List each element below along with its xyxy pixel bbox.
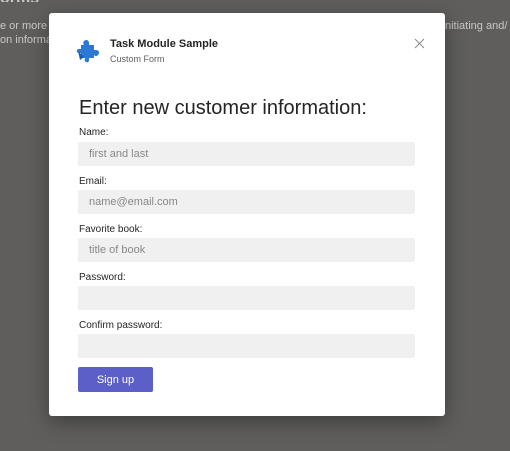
password-input[interactable]: [78, 286, 415, 310]
name-label: Name:: [79, 127, 109, 138]
email-label: Email:: [79, 176, 107, 187]
background-heading: orms: [0, 0, 40, 2]
favorite-book-input[interactable]: [78, 238, 415, 262]
background-text-line: e or more c: [0, 20, 56, 32]
sign-up-button[interactable]: Sign up: [78, 367, 153, 392]
puzzle-piece-icon: [75, 38, 101, 64]
app-title: Task Module Sample: [110, 38, 218, 50]
confirm-password-label: Confirm password:: [79, 320, 163, 331]
task-module-dialog: Task Module Sample Custom Form Enter new…: [49, 13, 445, 416]
form-heading: Enter new customer information:: [79, 97, 367, 119]
email-input[interactable]: [78, 190, 415, 214]
background-text-line: nitiating and/: [445, 20, 508, 32]
name-input[interactable]: [78, 142, 415, 166]
favorite-book-label: Favorite book:: [79, 224, 143, 235]
confirm-password-input[interactable]: [78, 334, 415, 358]
password-label: Password:: [79, 272, 126, 283]
close-icon: [414, 38, 424, 48]
app-subtitle: Custom Form: [110, 54, 165, 64]
close-button[interactable]: [409, 33, 429, 53]
background-text-line: on informa: [0, 34, 52, 46]
